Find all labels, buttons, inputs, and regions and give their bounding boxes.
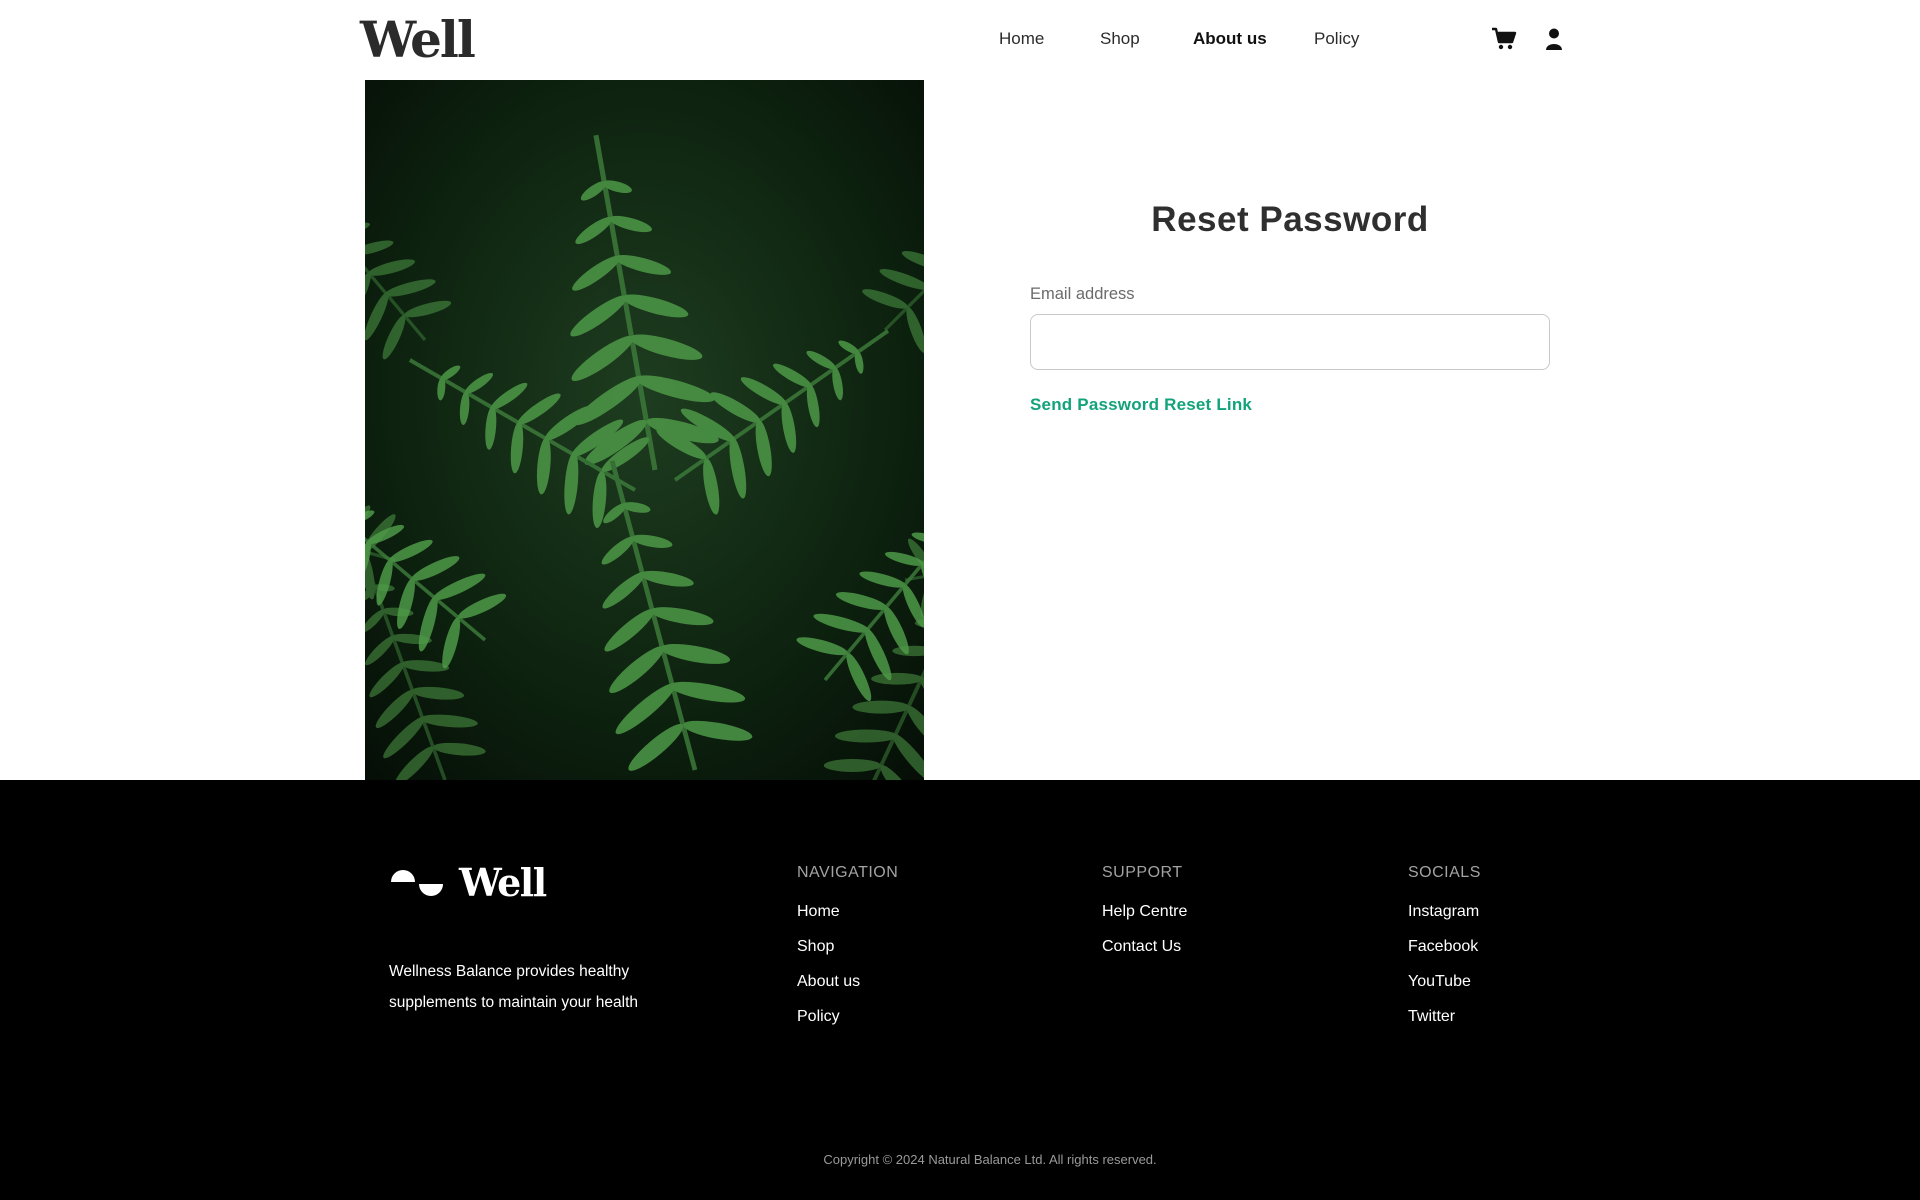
footer-socials-heading: SOCIALS — [1408, 864, 1481, 881]
fern-photo — [365, 80, 924, 780]
footer-link-instagram[interactable]: Instagram — [1408, 894, 1481, 929]
main-nav: Home Shop About us Policy — [0, 26, 1920, 52]
footer-link-shop[interactable]: Shop — [797, 929, 898, 964]
footer-link-about-us[interactable]: About us — [797, 964, 898, 999]
footer-link-policy[interactable]: Policy — [797, 999, 898, 1034]
email-input[interactable] — [1030, 314, 1550, 370]
footer-link-facebook[interactable]: Facebook — [1408, 929, 1481, 964]
site-footer: Well Wellness Balance provides healthy s… — [0, 780, 1920, 1200]
page-title: Reset Password — [1151, 200, 1429, 239]
nav-shop[interactable]: Shop — [1100, 26, 1140, 52]
footer-navigation-heading: NAVIGATION — [797, 864, 899, 881]
footer-link-twitter[interactable]: Twitter — [1408, 999, 1481, 1034]
footer-link-youtube[interactable]: YouTube — [1408, 964, 1481, 999]
nav-about-us[interactable]: About us — [1193, 26, 1267, 52]
footer-socials-column: SOCIALS Instagram Facebook YouTube Twitt… — [1408, 862, 1481, 1034]
footer-support-heading: SUPPORT — [1102, 864, 1183, 881]
cart-button[interactable] — [1489, 24, 1519, 54]
nav-home[interactable]: Home — [999, 26, 1044, 52]
site-header: Well Home Shop About us Policy — [0, 0, 1920, 80]
footer-logo-text: Well — [459, 860, 547, 905]
account-button[interactable] — [1539, 24, 1569, 54]
footer-logo[interactable]: Well — [389, 860, 547, 906]
footer-navigation-column: NAVIGATION Home Shop About us Policy — [797, 862, 898, 1034]
nav-policy[interactable]: Policy — [1314, 26, 1359, 52]
footer-description: Wellness Balance provides healthy supple… — [389, 963, 639, 1011]
email-label: Email address — [1030, 285, 1135, 303]
copyright-text: Copyright © 2024 Natural Balance Ltd. Al… — [823, 1152, 1157, 1167]
send-reset-link-button[interactable]: Send Password Reset Link — [1030, 395, 1252, 415]
footer-link-contact-us[interactable]: Contact Us — [1102, 929, 1187, 964]
footer-link-help-centre[interactable]: Help Centre — [1102, 894, 1187, 929]
cart-icon — [1492, 27, 1517, 50]
user-icon — [1546, 28, 1562, 50]
footer-support-column: SUPPORT Help Centre Contact Us — [1102, 862, 1187, 964]
footer-link-home[interactable]: Home — [797, 894, 898, 929]
half-circles-logo-icon — [391, 870, 443, 896]
